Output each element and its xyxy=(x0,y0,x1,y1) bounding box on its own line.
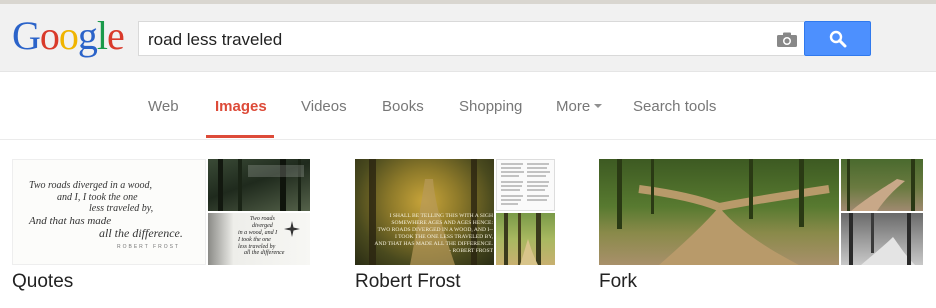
quote-line: Two roads diverged in a wood, xyxy=(29,180,152,191)
window-top-border xyxy=(0,0,936,4)
autumn-path-image[interactable]: I SHALL BE TELLING THIS WITH A SIGH SOME… xyxy=(355,159,494,265)
compass-rose-icon xyxy=(284,221,300,237)
logo-letter: g xyxy=(77,13,98,58)
camera-icon[interactable] xyxy=(777,32,797,47)
image-cluster-quotes[interactable]: Two roads diverged in a wood, and I, I t… xyxy=(12,159,310,292)
decal-line: I took the one xyxy=(238,236,271,243)
forest-trail-color-image[interactable] xyxy=(841,159,923,211)
tab-search-tools[interactable]: Search tools xyxy=(633,98,716,115)
header-bar: Google road less traveled xyxy=(0,0,936,72)
quote-image-main[interactable]: Two roads diverged in a wood, and I, I t… xyxy=(12,159,206,265)
overlay-line: AND THAT HAS MADE ALL THE DIFFERENCE. xyxy=(374,240,493,247)
forest-trail-bw-image[interactable] xyxy=(841,213,923,265)
tab-more[interactable]: More xyxy=(556,98,603,115)
logo-letter: G xyxy=(12,13,41,58)
image-cluster-robert-frost[interactable]: I SHALL BE TELLING THIS WITH A SIGH SOME… xyxy=(355,159,555,292)
forest-fork-image[interactable] xyxy=(496,213,555,265)
quote-line: all the difference. xyxy=(99,226,183,241)
quote-line: less traveled by, xyxy=(89,203,154,214)
search-tabs-bar: Web Images Videos Books Shopping More Se… xyxy=(0,72,936,140)
overlay-quote: I SHALL BE TELLING THIS WITH A SIGH SOME… xyxy=(359,213,493,255)
chevron-down-icon xyxy=(594,104,603,109)
overlay-line: I SHALL BE TELLING THIS WITH A SIGH xyxy=(389,213,493,219)
forest-fork-path-image[interactable] xyxy=(599,159,839,265)
forest-fork-path-graphic xyxy=(617,159,830,265)
overlay-line: - ROBERT FROST xyxy=(449,247,493,254)
tab-books[interactable]: Books xyxy=(382,98,424,115)
search-button[interactable] xyxy=(804,21,871,56)
tab-web[interactable]: Web xyxy=(148,98,179,115)
google-logo[interactable]: Google xyxy=(12,13,125,58)
cluster-label[interactable]: Robert Frost xyxy=(355,271,461,293)
logo-letter: e xyxy=(107,13,125,58)
decal-line: Two roads xyxy=(250,216,275,222)
decal-line: in a wood, and I xyxy=(238,229,278,236)
logo-letter: o xyxy=(58,13,79,58)
quote-line: and I, I took the one xyxy=(57,191,138,203)
quote-attribution: ROBERT FROST xyxy=(117,244,180,250)
overlay-line: I TOOK THE ONE LESS TRAVELED BY, xyxy=(394,233,493,240)
forest-image[interactable] xyxy=(208,159,310,211)
image-cluster-fork[interactable]: Fork xyxy=(599,159,923,292)
decal-line: all the difference xyxy=(244,250,285,257)
search-icon xyxy=(829,30,847,48)
overlay-line: TWO ROADS DIVERGED IN A WOOD, AND I-- xyxy=(377,226,494,233)
forest-trail-color-graphic xyxy=(847,159,915,211)
poem-text-lines-graphic xyxy=(501,163,550,205)
search-input[interactable]: road less traveled xyxy=(138,21,804,56)
tab-videos[interactable]: Videos xyxy=(301,98,347,115)
cluster-label[interactable]: Fork xyxy=(599,271,637,293)
tab-shopping[interactable]: Shopping xyxy=(459,98,522,115)
forest-fork-graphic xyxy=(504,213,541,265)
overlay-line: SOMEWHERE AGES AND AGES HENCE: xyxy=(391,219,493,226)
tab-more-label: More xyxy=(556,98,591,115)
decal-line: diverged xyxy=(252,222,273,229)
forest-trees-graphic xyxy=(218,159,304,211)
wall-decal-image[interactable]: Two roads diverged in a wood, and I I to… xyxy=(208,213,310,265)
search-query-text[interactable]: road less traveled xyxy=(148,30,282,50)
poem-text-image[interactable] xyxy=(496,159,555,211)
logo-letter: l xyxy=(96,13,108,58)
cluster-label[interactable]: Quotes xyxy=(12,271,73,293)
active-tab-indicator xyxy=(206,135,274,138)
forest-trail-bw-graphic xyxy=(849,213,915,265)
tab-images[interactable]: Images xyxy=(215,98,267,115)
logo-letter: o xyxy=(39,13,60,58)
